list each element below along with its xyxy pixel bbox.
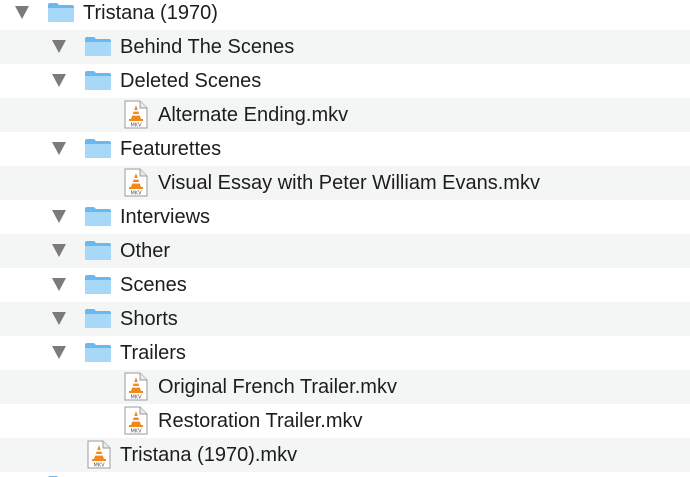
vlc-file-icon: MKV (124, 100, 148, 129)
disclosure-triangle-icon[interactable] (15, 6, 29, 19)
tree-row-label: Behind The Scenes (120, 36, 295, 58)
tree-row-trailers[interactable]: Trailers (0, 336, 690, 370)
svg-text:MKV: MKV (93, 463, 105, 469)
tree-row-label: Alternate Ending.mkv (158, 104, 349, 126)
disclosure-triangle-icon[interactable] (52, 142, 66, 155)
disclosure-triangle-icon[interactable] (52, 278, 66, 291)
tree-row-other[interactable]: Other (0, 234, 690, 268)
disclosure-triangle-icon[interactable] (52, 74, 66, 87)
tree-row-deleted-scenes[interactable]: Deleted Scenes (0, 64, 690, 98)
tree-row-behind-the-scenes[interactable]: Behind The Scenes (0, 30, 690, 64)
tree-row-alternate-ending[interactable]: MKV Alternate Ending.mkv (0, 98, 690, 132)
folder-icon (84, 137, 112, 159)
svg-text:MKV: MKV (130, 395, 142, 401)
tree-row-root[interactable]: Tristana (1970) (0, 0, 690, 30)
vlc-file-icon: MKV (124, 406, 148, 435)
folder-icon (84, 239, 112, 261)
folder-icon (84, 273, 112, 295)
vlc-file-icon: MKV (124, 372, 148, 401)
folder-icon (84, 205, 112, 227)
disclosure-triangle-icon[interactable] (52, 312, 66, 325)
tree-row-visual-essay[interactable]: MKV Visual Essay with Peter William Evan… (0, 166, 690, 200)
vlc-file-icon: MKV (124, 168, 148, 197)
folder-icon (84, 341, 112, 363)
tree-row-shorts[interactable]: Shorts (0, 302, 690, 336)
tree-row-tristana-mkv[interactable]: MKV Tristana (1970).mkv (0, 438, 690, 472)
tree-row-label: Deleted Scenes (120, 70, 262, 92)
tree-row-label: Interviews (120, 206, 211, 228)
tree-row-label: Scenes (120, 274, 187, 296)
tree-row-label: Visual Essay with Peter William Evans.mk… (158, 172, 540, 194)
tree-row-label: Tristana (1970).mkv (120, 444, 298, 466)
tree-row-interviews[interactable]: Interviews (0, 200, 690, 234)
tree-row-partial (0, 472, 690, 477)
file-tree: Tristana (1970) Behind The Scenes Delete… (0, 0, 690, 477)
disclosure-triangle-icon[interactable] (52, 40, 66, 53)
vlc-file-icon: MKV (87, 440, 111, 469)
tree-row-original-french-trailer[interactable]: MKV Original French Trailer.mkv (0, 370, 690, 404)
tree-row-label: Featurettes (120, 138, 222, 160)
svg-text:MKV: MKV (130, 191, 142, 197)
disclosure-triangle-icon[interactable] (52, 346, 66, 359)
svg-text:MKV: MKV (130, 123, 142, 129)
disclosure-triangle-icon[interactable] (52, 244, 66, 257)
tree-row-label: Shorts (120, 308, 178, 330)
tree-row-scenes[interactable]: Scenes (0, 268, 690, 302)
tree-row-label: Other (120, 240, 171, 262)
svg-text:MKV: MKV (130, 429, 142, 435)
tree-row-label: Restoration Trailer.mkv (158, 410, 363, 432)
tree-row-label: Tristana (1970) (83, 2, 218, 24)
tree-row-restoration-trailer[interactable]: MKV Restoration Trailer.mkv (0, 404, 690, 438)
tree-row-label: Trailers (120, 342, 186, 364)
disclosure-triangle-icon[interactable] (52, 210, 66, 223)
folder-icon (84, 69, 112, 91)
folder-icon (47, 1, 75, 23)
tree-row-featurettes[interactable]: Featurettes (0, 132, 690, 166)
folder-icon (84, 35, 112, 57)
tree-row-label: Original French Trailer.mkv (158, 376, 397, 398)
folder-icon (84, 307, 112, 329)
